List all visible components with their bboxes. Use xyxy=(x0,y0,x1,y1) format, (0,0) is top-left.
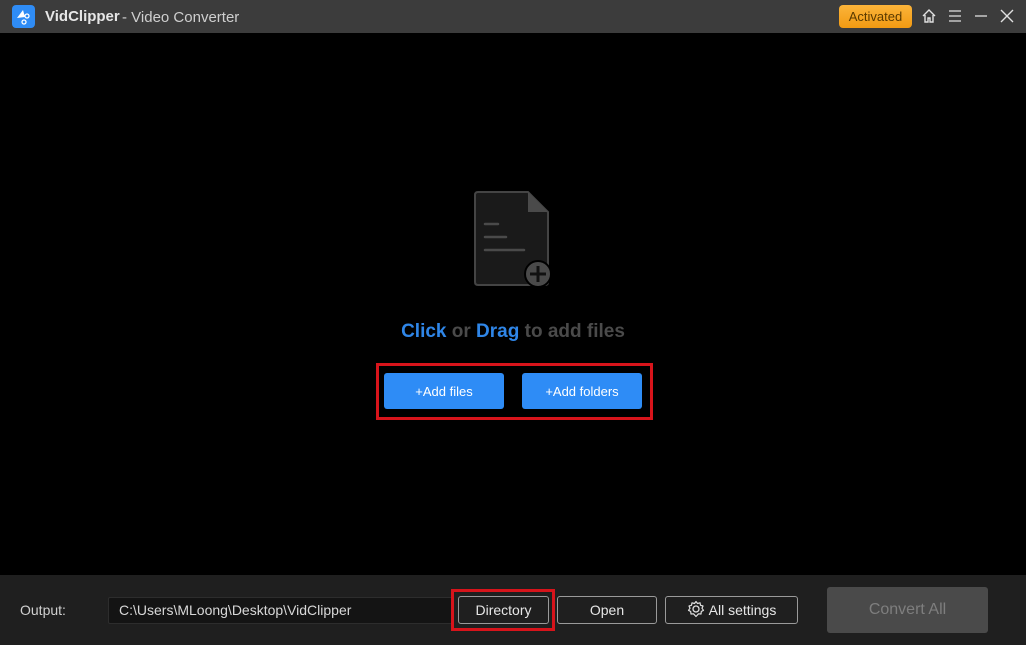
menu-icon[interactable] xyxy=(945,6,965,26)
drop-zone[interactable] xyxy=(0,33,1026,575)
gear-icon xyxy=(687,600,705,621)
hint-drag: Drag xyxy=(476,321,520,342)
hint-or: or xyxy=(446,321,477,342)
app-name: VidClipper xyxy=(45,8,120,25)
minimize-icon[interactable] xyxy=(971,6,991,26)
output-path-field[interactable]: C:\Users\MLoong\Desktop\VidClipper xyxy=(108,597,453,624)
add-files-button[interactable]: +Add files xyxy=(384,373,504,409)
activated-badge[interactable]: Activated xyxy=(839,5,912,28)
add-file-icon[interactable] xyxy=(472,190,556,290)
add-folders-button[interactable]: +Add folders xyxy=(522,373,642,409)
app-logo-icon xyxy=(12,5,35,28)
hint-click[interactable]: Click xyxy=(401,321,446,342)
home-icon[interactable] xyxy=(919,6,939,26)
drop-hint: Click or Drag to add files xyxy=(0,321,1026,343)
all-settings-button[interactable]: All settings xyxy=(665,596,798,624)
convert-all-button[interactable]: Convert All xyxy=(827,587,988,633)
open-button[interactable]: Open xyxy=(557,596,657,624)
title-bar: VidClipper - Video Converter Activated xyxy=(0,0,1026,33)
directory-button[interactable]: Directory xyxy=(458,596,549,624)
all-settings-label: All settings xyxy=(708,602,777,618)
close-icon[interactable] xyxy=(997,6,1017,26)
footer-bar: Output: C:\Users\MLoong\Desktop\VidClipp… xyxy=(0,575,1026,645)
output-label: Output: xyxy=(20,602,66,618)
hint-rest: to add files xyxy=(519,321,625,342)
app-subtitle: - Video Converter xyxy=(122,9,240,26)
